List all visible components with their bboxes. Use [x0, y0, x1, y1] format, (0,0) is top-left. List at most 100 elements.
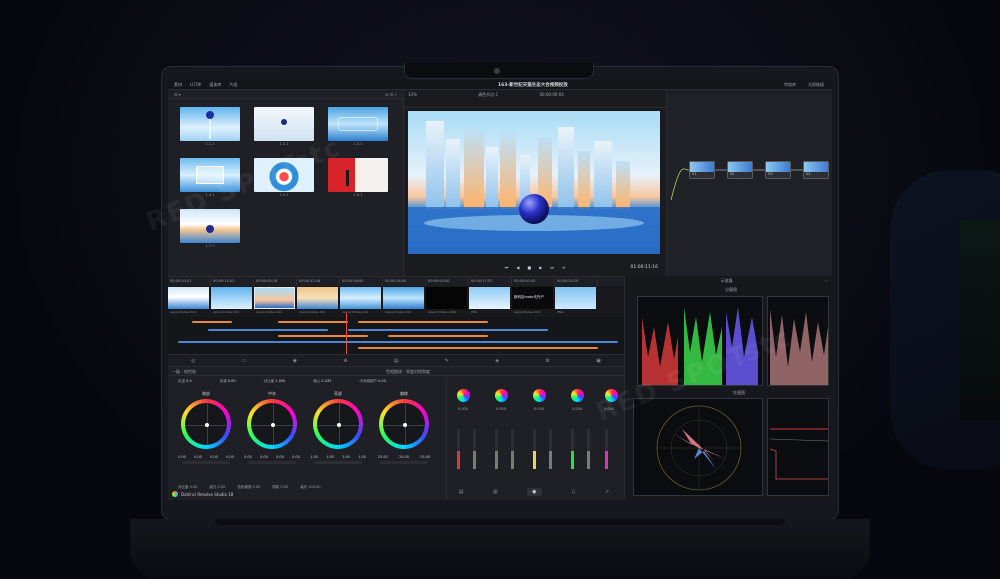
- toolbar-icon[interactable]: ▣: [596, 358, 601, 364]
- media-clip[interactable]: [180, 107, 240, 141]
- viewer-header: 33% 调色节点-1 00:00:06:04: [404, 90, 666, 108]
- fader[interactable]: [533, 429, 536, 469]
- clip-timecode: 00:00:16:00: [340, 277, 383, 286]
- page-edit-icon[interactable]: ▥: [493, 489, 498, 495]
- zoom-level[interactable]: 33%: [408, 92, 417, 97]
- color-wheel-icon[interactable]: [247, 399, 297, 449]
- tab-hue-curves[interactable]: 色相曲线 - 亮度对饱和度: [386, 369, 430, 374]
- timeline-clip[interactable]: [297, 287, 338, 309]
- parade-label: 分量图: [725, 287, 737, 292]
- timeline-tracks[interactable]: [168, 317, 624, 359]
- davinci-screen: 素材 LUT库 媒体库 片段 163-新世纪天猫生态大会视频投放 特效库 光照链…: [168, 80, 832, 500]
- mini-wheel-icon[interactable]: [495, 389, 508, 402]
- page-toolbar: ◎ ▭ ◉ ⊕ ▤ ✎ ◈ ⚙ ▣: [168, 354, 624, 366]
- viewer-frame: [408, 111, 660, 254]
- top-right-1[interactable]: 光照链接: [808, 82, 824, 88]
- play-icon[interactable]: ▶: [539, 265, 542, 270]
- fader[interactable]: [495, 429, 498, 469]
- timeline-title-clip[interactable]: 新科技mate天外产: [512, 287, 553, 309]
- color-wheel-lift[interactable]: 暗部 0.00 0.00 0.00 0.00: [174, 391, 238, 491]
- app-brand: DaVinci Resolve Studio 18: [172, 491, 233, 497]
- mini-wheel-icon[interactable]: [571, 389, 584, 402]
- timeline-clip[interactable]: [211, 287, 252, 309]
- timeline-clip[interactable]: [383, 287, 424, 309]
- toolbar-icon[interactable]: ✎: [445, 358, 449, 364]
- param-temp: 色温 0.0: [178, 379, 192, 383]
- city-scene-image: [408, 121, 660, 254]
- menu-item-0[interactable]: 素材: [174, 82, 182, 88]
- timeline-clip[interactable]: [426, 287, 467, 309]
- clip-name: 调色节点-1: [478, 92, 499, 97]
- color-node[interactable]: 03: [765, 161, 791, 179]
- fader[interactable]: [587, 429, 590, 469]
- codec-label: Apple ProRes 422: [170, 310, 197, 314]
- clip-timecode: 00:00:17:07: [469, 277, 512, 286]
- fader[interactable]: [571, 429, 574, 469]
- toolbar-icon[interactable]: ⚙: [545, 358, 549, 364]
- stop-icon[interactable]: ■: [527, 265, 531, 270]
- laptop-hinge: [215, 519, 785, 525]
- master-wheel-slider[interactable]: [380, 461, 428, 464]
- color-wheel-gamma[interactable]: 中灰 0.00 0.00 0.00 0.00: [240, 391, 304, 491]
- master-wheel-slider[interactable]: [182, 461, 230, 464]
- mini-wheel-icon[interactable]: [533, 389, 546, 402]
- color-wheel-icon[interactable]: [313, 399, 363, 449]
- master-wheel-slider[interactable]: [314, 461, 362, 464]
- timeline-clip[interactable]: [254, 287, 295, 309]
- clip-label: 1.5.1: [279, 193, 289, 197]
- page-media-icon[interactable]: ▤: [459, 489, 464, 495]
- timeline-clip[interactable]: [340, 287, 381, 309]
- master-wheel-slider[interactable]: [248, 461, 296, 464]
- color-node[interactable]: 04: [803, 161, 829, 179]
- toolbar-icon[interactable]: ▭: [242, 358, 247, 364]
- toolbar-icon[interactable]: ◉: [293, 358, 297, 364]
- mini-wheel-icon[interactable]: [457, 389, 470, 402]
- menu-item-3[interactable]: 片段: [229, 82, 237, 88]
- fader[interactable]: [605, 429, 608, 469]
- timeline-codec-labels: Apple ProRes 422 Apple ProRes 422 Apple …: [168, 310, 624, 316]
- menu-item-2[interactable]: 媒体库: [209, 82, 221, 88]
- color-node[interactable]: 01: [689, 161, 715, 179]
- media-clip[interactable]: [328, 107, 388, 141]
- top-bar: 素材 LUT库 媒体库 片段 163-新世纪天猫生态大会视频投放 特效库 光照链…: [168, 80, 832, 90]
- timeline-clip[interactable]: [555, 287, 596, 309]
- color-wheel-gain[interactable]: 亮部 1.00 1.00 1.00 1.00: [306, 391, 370, 491]
- fader[interactable]: [549, 429, 552, 469]
- histogram-trace: [769, 428, 829, 480]
- toolbar-icon[interactable]: ◈: [495, 358, 499, 364]
- loop-icon[interactable]: ⟲: [562, 265, 565, 270]
- color-node[interactable]: 02: [727, 161, 753, 179]
- color-wheel-icon[interactable]: [181, 399, 231, 449]
- fader[interactable]: [457, 429, 460, 469]
- timeline-clip[interactable]: [469, 287, 510, 309]
- page-nav: ▤ ▥ ◉ ♫ ➚: [444, 486, 624, 498]
- tab-primaries[interactable]: 一级 - 校色轮: [172, 369, 196, 374]
- page-fairlight-icon[interactable]: ♫: [571, 489, 575, 495]
- fader[interactable]: [511, 429, 514, 469]
- color-wheel-icon[interactable]: [379, 399, 429, 449]
- toolbar-icon[interactable]: ⊕: [343, 358, 347, 364]
- skip-back-icon[interactable]: ⏮: [505, 265, 509, 270]
- scopes-title: 示波器: [720, 278, 733, 283]
- codec-label: Apple ProRes 422: [299, 310, 326, 314]
- media-clip[interactable]: [254, 107, 314, 141]
- page-deliver-icon[interactable]: ➚: [605, 489, 609, 495]
- play-reverse-icon[interactable]: ◀: [516, 265, 519, 270]
- color-wheel-offset[interactable]: 偏移 25.00 25.00 25.00: [372, 391, 436, 491]
- clip-label: 1.7.1: [205, 244, 215, 248]
- mini-value: 0.000: [571, 407, 583, 411]
- wheel-name: 偏移: [400, 391, 408, 396]
- toolbar-icon[interactable]: ◎: [191, 358, 195, 364]
- menu-item-1[interactable]: LUT库: [190, 82, 201, 88]
- skip-forward-icon[interactable]: ⏭: [550, 265, 554, 270]
- page-color-icon[interactable]: ◉: [527, 488, 542, 496]
- viewer-panel: 33% 调色节点-1 00:00:06:04 ⏮ ◀ ■ ▶ ⏭ ⟲ 01:00…: [404, 90, 666, 276]
- timeline-timecodes: 00:00:10:01 00:00:11:03 00:00:05:16 00:0…: [168, 277, 624, 286]
- toolbar-icon[interactable]: ▤: [394, 358, 399, 364]
- wheel-values: 1.00 1.00 1.00 1.00: [310, 455, 366, 459]
- timeline-clip[interactable]: [168, 287, 209, 309]
- clip-timecode: 00:00:12:16: [297, 277, 340, 286]
- top-right-0[interactable]: 特效库: [784, 82, 796, 88]
- transport-controls: ⏮ ◀ ■ ▶ ⏭ ⟲ 01:00:11:16: [404, 258, 666, 276]
- fader[interactable]: [473, 429, 476, 469]
